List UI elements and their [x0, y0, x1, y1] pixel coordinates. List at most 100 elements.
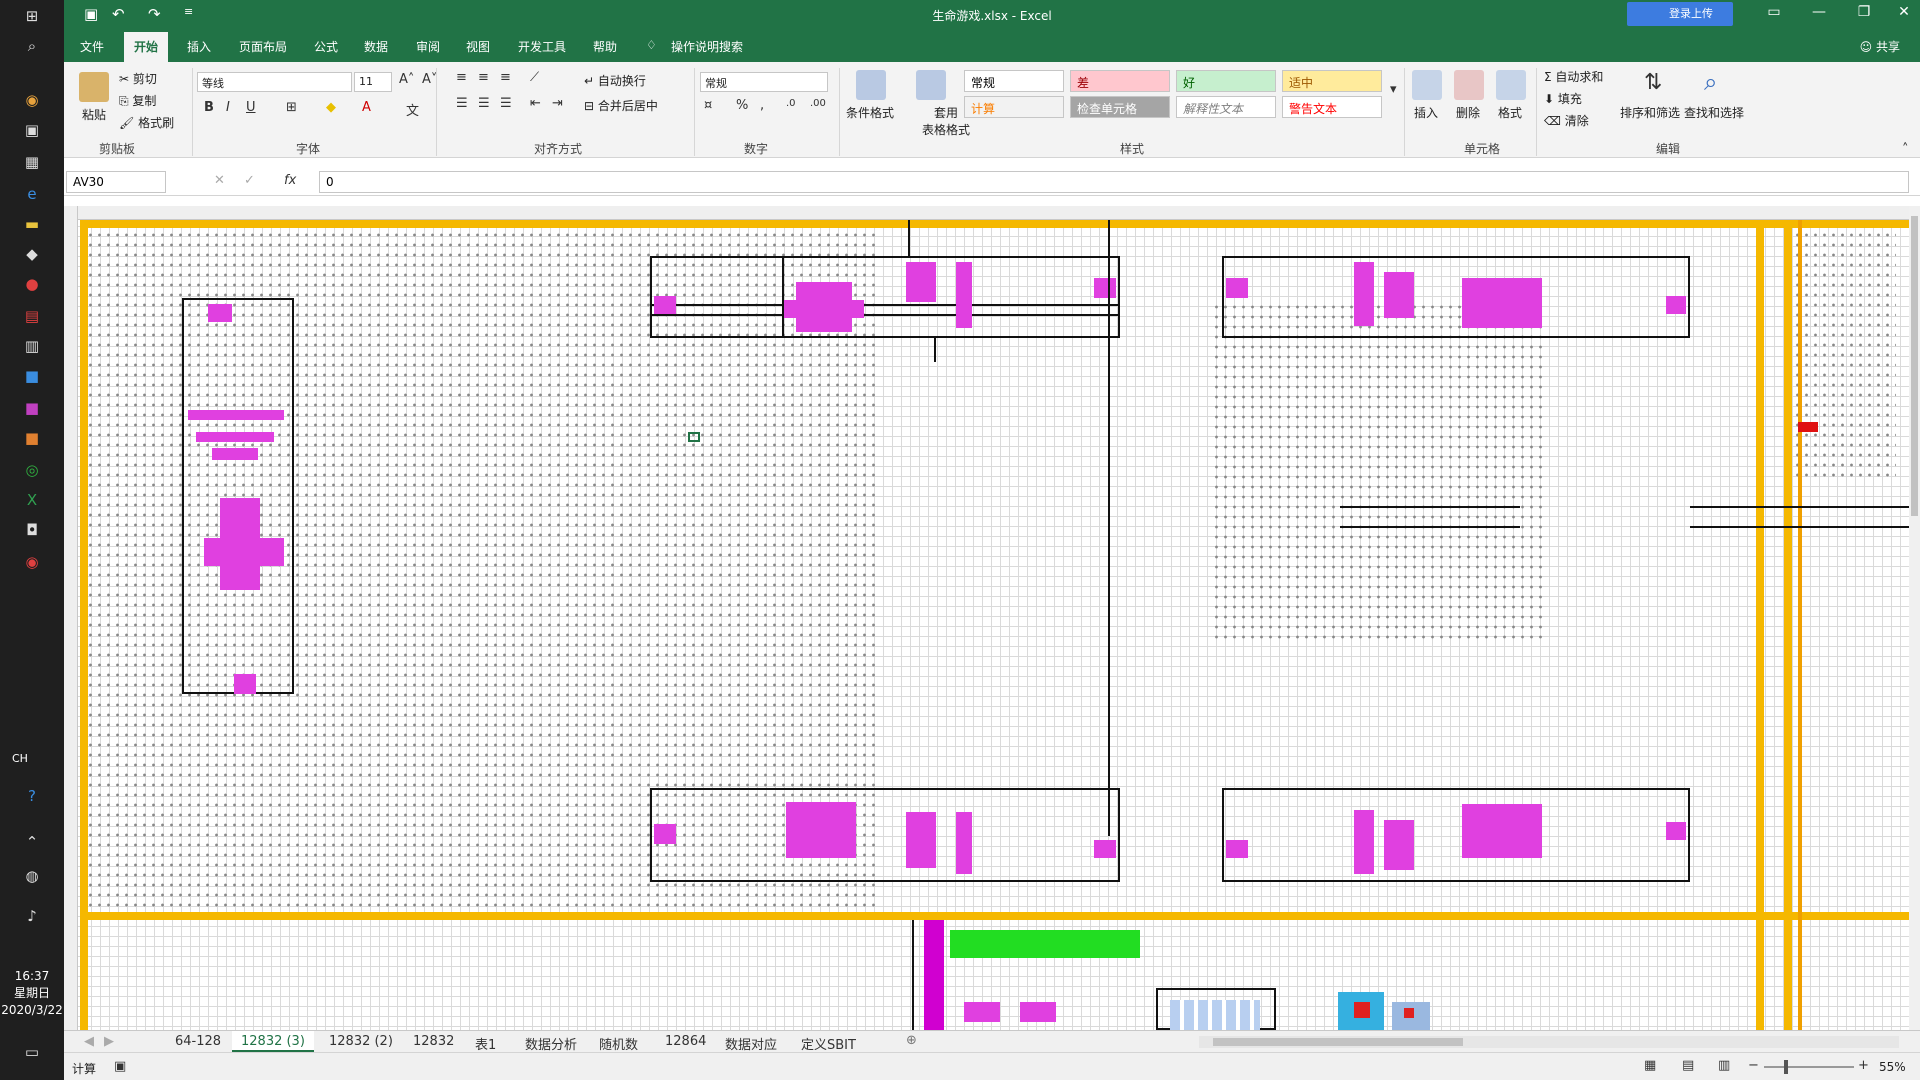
paste-icon[interactable]	[79, 72, 109, 102]
worksheet-grid[interactable]	[64, 206, 1909, 1030]
record-icon[interactable]: ◉	[20, 550, 44, 574]
tab-data[interactable]: 数据	[364, 38, 388, 55]
sheet-tab[interactable]: 表1	[466, 1031, 505, 1053]
page-break-view-icon[interactable]: ▥	[1718, 1058, 1730, 1073]
taskbar-clock[interactable]: 16:37 星期日 2020/3/22	[0, 968, 64, 1019]
vertical-scroll-thumb[interactable]	[1911, 216, 1918, 516]
restore-icon[interactable]: ❐	[1844, 4, 1884, 20]
comma-icon[interactable]: ,	[760, 98, 764, 113]
merge-center-button[interactable]: ⊟ 合并后居中	[584, 97, 658, 114]
delete-cells-button[interactable]: 删除	[1456, 104, 1480, 121]
zoom-in-icon[interactable]: +	[1858, 1058, 1869, 1073]
cancel-icon[interactable]: ✕	[214, 173, 225, 188]
style-warning[interactable]: 警告文本	[1282, 96, 1382, 118]
style-calculation[interactable]: 计算	[964, 96, 1064, 118]
sheet-tab[interactable]: 12864	[656, 1031, 715, 1052]
align-right-icon[interactable]: ☰	[500, 96, 512, 111]
enter-icon[interactable]: ✓	[244, 173, 255, 188]
ribbon-display-icon[interactable]: ▭	[1754, 4, 1794, 20]
search-icon[interactable]: ⌕	[20, 34, 44, 58]
clear-button[interactable]: ⌫ 清除	[1544, 112, 1589, 129]
align-center-icon[interactable]: ☰	[478, 96, 490, 111]
edge-icon[interactable]: e	[20, 182, 44, 206]
horizontal-scrollbar[interactable]	[1199, 1036, 1899, 1048]
paste-button[interactable]: 粘贴	[82, 106, 106, 123]
search-hint[interactable]: 操作说明搜索	[671, 38, 743, 55]
zoom-level[interactable]: 55%	[1879, 1060, 1906, 1074]
sheet-tab[interactable]: 12832 (2)	[320, 1031, 402, 1052]
chrome-icon[interactable]: ◉	[20, 88, 44, 112]
normal-view-icon[interactable]: ▦	[1644, 1058, 1656, 1073]
align-middle-icon[interactable]: ≡	[478, 70, 489, 85]
tab-insert[interactable]: 插入	[187, 38, 211, 55]
style-normal[interactable]: 常规	[964, 70, 1064, 92]
fill-button[interactable]: ⬇ 填充	[1544, 90, 1582, 107]
photos-icon[interactable]: ▣	[20, 118, 44, 142]
tab-view[interactable]: 视图	[466, 38, 490, 55]
copy-button[interactable]: ⎘ 复制	[119, 92, 156, 109]
align-bottom-icon[interactable]: ≡	[500, 70, 511, 85]
find-select-icon[interactable]: ⌕	[1704, 68, 1717, 96]
sort-filter-icon[interactable]: ⇅	[1644, 70, 1662, 95]
style-check-cell[interactable]: 检查单元格	[1070, 96, 1170, 118]
underline-button[interactable]: U	[246, 100, 256, 115]
folder-icon[interactable]: ▬	[20, 212, 44, 236]
windows-start-icon[interactable]: ⊞	[20, 4, 44, 28]
insert-cells-icon[interactable]	[1412, 70, 1442, 100]
align-left-icon[interactable]: ☰	[456, 96, 468, 111]
app-icon-6[interactable]: ■	[20, 396, 44, 420]
sheet-tab[interactable]: 12832	[404, 1031, 463, 1052]
sheet-tab[interactable]: 数据对应	[716, 1031, 786, 1053]
bold-button[interactable]: B	[204, 100, 214, 115]
style-bad[interactable]: 差	[1070, 70, 1170, 92]
wrap-text-button[interactable]: ↵ 自动换行	[584, 72, 646, 89]
tab-formulas[interactable]: 公式	[314, 38, 338, 55]
insert-function-button[interactable]: fx	[284, 173, 296, 188]
sort-filter-button[interactable]: 排序和筛选	[1620, 104, 1680, 121]
vertical-scrollbar[interactable]	[1909, 206, 1920, 1030]
horizontal-scroll-thumb[interactable]	[1213, 1038, 1463, 1046]
prev-sheet-icon[interactable]: ◀	[84, 1034, 94, 1049]
sheet-tab[interactable]: 随机数	[590, 1031, 647, 1053]
table-format-icon[interactable]	[916, 70, 946, 100]
sheet-tab[interactable]: 定义SBIT	[792, 1031, 865, 1053]
phonetic-icon[interactable]: 文	[406, 100, 419, 119]
app-icon-3[interactable]: ▤	[20, 304, 44, 328]
next-sheet-icon[interactable]: ▶	[104, 1034, 114, 1049]
volume-icon[interactable]: ♪	[20, 904, 44, 928]
insert-cells-button[interactable]: 插入	[1414, 104, 1438, 121]
format-cells-icon[interactable]	[1496, 70, 1526, 100]
font-name-select[interactable]: 等线	[197, 72, 352, 92]
italic-button[interactable]: I	[226, 100, 230, 115]
font-size-select[interactable]: 11	[354, 72, 392, 92]
notification-icon[interactable]: ▭	[20, 1040, 44, 1064]
share-button[interactable]: ☺ 共享	[1860, 38, 1900, 55]
app-icon-8[interactable]: ◎	[20, 458, 44, 482]
zoom-slider-thumb[interactable]	[1784, 1060, 1788, 1074]
app-icon-9[interactable]: ◘	[20, 518, 44, 542]
conditional-format-button[interactable]: 条件格式	[846, 104, 894, 121]
tray-icons[interactable]: ⌃	[20, 830, 44, 854]
percent-icon[interactable]: %	[736, 98, 748, 113]
sheet-tab-active[interactable]: 12832 (3)	[232, 1031, 314, 1052]
language-indicator[interactable]: CH	[12, 752, 28, 765]
table-format-button[interactable]: 套用 表格格式	[922, 104, 970, 138]
sheet-tab[interactable]: 64-128	[166, 1031, 230, 1052]
find-select-button[interactable]: 查找和选择	[1684, 104, 1744, 121]
conditional-format-icon[interactable]	[856, 70, 886, 100]
name-box[interactable]: AV30	[66, 171, 166, 193]
fill-color-icon[interactable]: ◆	[326, 100, 336, 115]
help-icon[interactable]: ?	[20, 784, 44, 808]
styles-more-icon[interactable]: ▾	[1390, 82, 1397, 97]
tab-file[interactable]: 文件	[80, 38, 104, 55]
cut-button[interactable]: ✂ 剪切	[119, 70, 157, 87]
excel-taskbar-icon[interactable]: X	[20, 488, 44, 512]
close-icon[interactable]: ✕	[1884, 4, 1920, 20]
style-explanatory[interactable]: 解释性文本	[1176, 96, 1276, 118]
app-icon-4[interactable]: ▥	[20, 334, 44, 358]
upload-button[interactable]: 登录上传	[1627, 2, 1733, 26]
tab-page-layout[interactable]: 页面布局	[239, 38, 287, 55]
increase-decimal-icon[interactable]: .0	[786, 98, 796, 109]
app-icon-2[interactable]: ●	[20, 272, 44, 296]
orientation-icon[interactable]: ⟋	[530, 70, 539, 85]
